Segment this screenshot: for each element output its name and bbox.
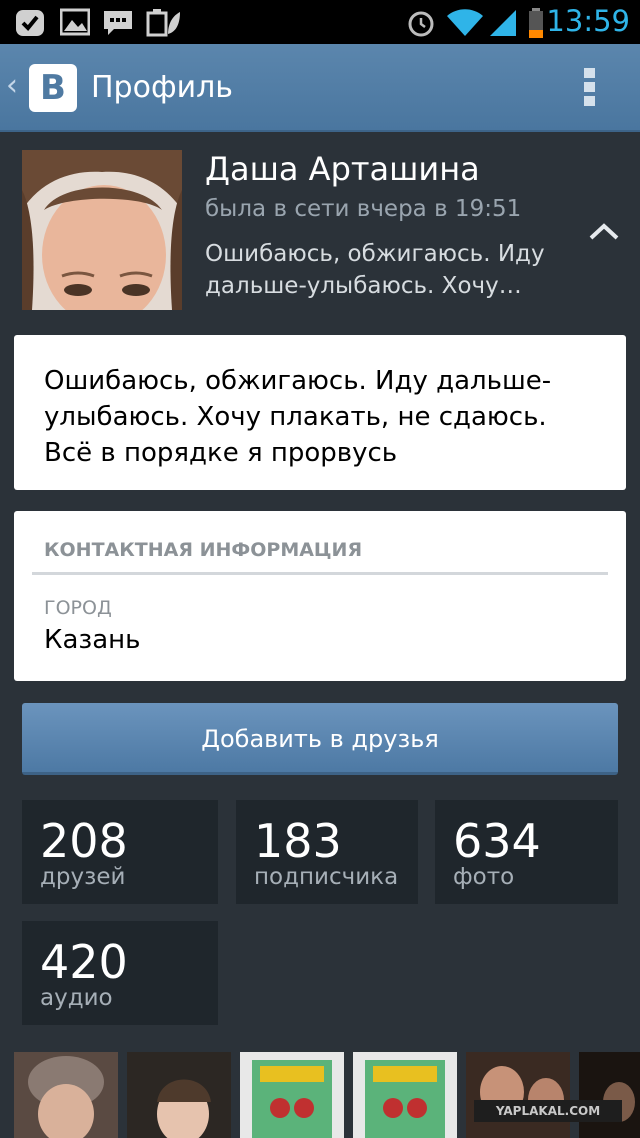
profile-avatar[interactable]	[22, 150, 182, 310]
battery-saver-icon	[146, 9, 180, 37]
counter-label: фото	[453, 864, 515, 890]
photo-thumbnail[interactable]	[14, 1052, 118, 1138]
wifi-icon	[447, 9, 483, 36]
battery-icon	[529, 8, 543, 38]
alarm-icon	[408, 11, 434, 37]
site-watermark: YAPLAKAL.COM	[474, 1100, 622, 1122]
avatar-image	[22, 150, 182, 310]
vk-logo[interactable]: B	[29, 64, 77, 112]
counter-label: аудио	[40, 985, 113, 1011]
overflow-menu-icon[interactable]	[584, 68, 596, 112]
collapse-chevron-up-icon[interactable]	[588, 220, 620, 244]
followers-counter[interactable]: 183 подписчика	[236, 800, 418, 904]
counter-value: 183	[254, 814, 342, 868]
photo-thumbnail[interactable]	[579, 1052, 640, 1138]
section-divider	[32, 572, 608, 575]
photo-thumbnail[interactable]	[127, 1052, 231, 1138]
page-title: Профиль	[91, 70, 233, 105]
signal-icon	[490, 10, 516, 36]
add-friend-button[interactable]: Добавить в друзья	[22, 703, 618, 775]
photo-thumbnail[interactable]	[466, 1052, 570, 1138]
counter-label: подписчика	[254, 864, 399, 890]
city-value[interactable]: Казань	[44, 625, 140, 655]
photo-thumbnail[interactable]	[240, 1052, 344, 1138]
audio-counter[interactable]: 420 аудио	[22, 921, 218, 1025]
city-label: ГОРОД	[44, 597, 112, 619]
status-card: Ошибаюсь, обжигаюсь. Иду дальше-улыбаюсь…	[14, 335, 626, 490]
friends-counter[interactable]: 208 друзей	[22, 800, 218, 904]
image-notification-icon	[60, 8, 90, 36]
photos-counter[interactable]: 634 фото	[435, 800, 618, 904]
action-bar: ‹ B Профиль	[0, 44, 640, 132]
counter-value: 420	[40, 935, 128, 989]
counter-value: 208	[40, 814, 128, 868]
chat-notification-icon	[104, 11, 132, 35]
counter-value: 634	[453, 814, 541, 868]
contact-info-heading: КОНТАКТНАЯ ИНФОРМАЦИЯ	[44, 539, 363, 561]
check-notification-icon	[16, 10, 44, 36]
status-full-text: Ошибаюсь, обжигаюсь. Иду дальше-улыбаюсь…	[44, 366, 552, 468]
contact-info-card: КОНТАКТНАЯ ИНФОРМАЦИЯ ГОРОД Казань	[14, 511, 626, 681]
clock-time: 13:59	[546, 4, 630, 38]
photo-thumbnail[interactable]	[353, 1052, 457, 1138]
status-preview: Ошибаюсь, обжигаюсь. Иду дальше-улыбаюсь…	[205, 241, 545, 299]
counter-label: друзей	[40, 864, 126, 890]
back-chevron-icon[interactable]: ‹	[6, 68, 18, 103]
last-seen-text: была в сети вчера в 19:51	[205, 196, 522, 222]
profile-name: Даша Арташина	[205, 150, 480, 188]
status-bar: 13:59	[0, 0, 640, 44]
